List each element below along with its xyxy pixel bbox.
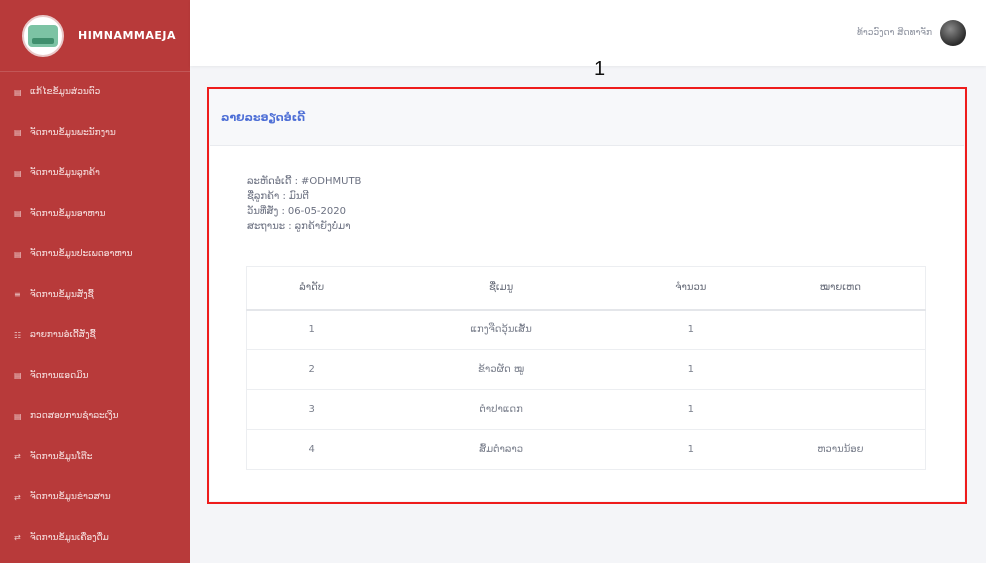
- col-header-quantity: ຈຳນວນ: [625, 266, 756, 311]
- sidebar-item-label: ກວດສອບການຊຳລະເງິນ: [30, 411, 119, 422]
- cell-note: [755, 389, 926, 430]
- sidebar-item-label: ລາຍການອໍເດີ້ສັ່ງຊື້: [30, 330, 96, 341]
- cell-note: ຫວານນ້ອຍ: [755, 429, 926, 470]
- list-icon: ☷: [14, 330, 22, 340]
- order-items-table: ລຳດັບ ຊື່ເມນູ ຈຳນວນ ໝາຍເຫດ 1 ແກງຈືດວຸ້ນເ…: [246, 266, 926, 470]
- sidebar-item-label: ຈັດການຂໍ້ມູນລູກຄ້າ: [30, 168, 100, 179]
- sidebar-item-label: ແກ້ໄຂຂໍ້ມູນສ່ວນຕົວ: [30, 87, 101, 98]
- sidebar-nav: ▤ ແກ້ໄຂຂໍ້ມູນສ່ວນຕົວ ▤ ຈັດການຂໍ້ມູນພະນັກງາ…: [0, 72, 190, 558]
- sidebar-item-payments[interactable]: ▤ ກວດສອບການຊຳລະເງິນ: [0, 396, 190, 437]
- sidebar-item-news[interactable]: ⇄ ຈັດການຂໍ້ມູນຂ່າວສານ: [0, 477, 190, 518]
- annotation-number: 1: [594, 58, 606, 80]
- sidebar-item-food-types[interactable]: ▤ ຈັດການຂໍ້ມູນປະເພດອາຫານ: [0, 234, 190, 275]
- status-row: ສະຖານະ : ລູກຄ້າຍັງບໍ່ມາ: [247, 219, 364, 234]
- sidebar-item-label: ຈັດການຂໍ້ມູນອາຫານ: [30, 208, 106, 219]
- cell-menu: ແກງຈືດວຸ້ນເສັ້ນ: [376, 309, 626, 350]
- cell-number: 1: [246, 309, 377, 350]
- sidebar-item-food[interactable]: ▤ ຈັດການຂໍ້ມູນອາຫານ: [0, 194, 190, 235]
- brand[interactable]: HIMNAMMAEJA: [0, 0, 190, 72]
- sidebar-item-label: ຈັດການຂໍ້ມູນປະເພດອາຫານ: [30, 249, 133, 260]
- user-name: ທ້າວວົງດາ ສິດທາຈັກ: [857, 28, 932, 38]
- sidebar-item-label: ຈັດການຂໍ້ມູນພະນັກງານ: [30, 127, 116, 138]
- order-code-value: #ODHMUTB: [301, 176, 362, 187]
- customer-label: ຊື່ລູກຄ້າ :: [247, 191, 286, 202]
- menu-icon: ▤: [14, 209, 22, 219]
- sidebar-item-label: ຈັດການຂໍ້ມູນຂ່າວສານ: [30, 492, 111, 503]
- cell-note: [755, 349, 926, 390]
- status-label: ສະຖານະ :: [247, 221, 292, 232]
- date-value: 06-05-2020: [287, 206, 346, 217]
- menu-icon: ≡: [14, 290, 21, 300]
- menu-icon: ▤: [14, 411, 22, 421]
- menu-icon: ▤: [14, 249, 22, 259]
- cell-number: 2: [246, 349, 377, 390]
- sidebar-item-employees[interactable]: ▤ ຈັດການຂໍ້ມູນພະນັກງານ: [0, 113, 190, 154]
- cell-quantity: 1: [625, 349, 756, 390]
- status-value: ລູກຄ້າຍັງບໍ່ມາ: [294, 221, 351, 232]
- table-row: 3 ຕຳປາແດກ 1: [246, 389, 926, 430]
- sidebar-item-customers[interactable]: ▤ ຈັດການຂໍ້ມູນລູກຄ້າ: [0, 153, 190, 194]
- sidebar-item-label: ຈັດການຂໍ້ມູນເຄື່ອງດື່ມ: [30, 532, 109, 543]
- table-row: 2 ຂ້າວຜັດ ໝູ 1: [246, 349, 926, 390]
- sidebar-item-orders[interactable]: ☷ ລາຍການອໍເດີ້ສັ່ງຊື້: [0, 315, 190, 356]
- avatar[interactable]: [940, 20, 966, 46]
- cell-menu: ຂ້າວຜັດ ໝູ: [376, 349, 626, 390]
- card-title: ລາຍລະອຽດອໍເດີ້: [221, 111, 306, 124]
- sidebar-item-edit-profile[interactable]: ▤ ແກ້ໄຂຂໍ້ມູນສ່ວນຕົວ: [0, 72, 190, 113]
- customer-row: ຊື່ລູກຄ້າ : ມົນຕີ: [247, 189, 364, 204]
- order-code-label: ລະຫັດອໍເດີ້ :: [247, 176, 299, 187]
- cell-menu: ສົ້ມຕຳລາວ: [376, 429, 626, 470]
- table-row: 1 ແກງຈືດວຸ້ນເສັ້ນ 1: [246, 309, 926, 350]
- date-label: ວັນທີ່ສັ່ງ :: [247, 206, 285, 217]
- cell-number: 4: [246, 429, 377, 470]
- menu-icon: ▤: [14, 87, 22, 97]
- order-detail-card: ລາຍລະອຽດອໍເດີ້ ລະຫັດອໍເດີ້ : #ODHMUTB ຊື່…: [210, 90, 964, 501]
- menu-icon: ▤: [14, 371, 22, 381]
- cell-quantity: 1: [625, 429, 756, 470]
- customer-value: ມົນຕີ: [288, 191, 309, 202]
- table-header-row: ລຳດັບ ຊື່ເມນູ ຈຳນວນ ໝາຍເຫດ: [246, 266, 926, 311]
- cell-note: [755, 309, 926, 350]
- cell-quantity: 1: [625, 389, 756, 430]
- date-row: ວັນທີ່ສັ່ງ :06-05-2020: [247, 204, 364, 219]
- col-header-menu: ຊື່ເມນູ: [376, 266, 626, 311]
- order-info: ລະຫັດອໍເດີ້ : #ODHMUTB ຊື່ລູກຄ້າ : ມົນຕີ ວ…: [247, 174, 364, 234]
- menu-icon: ▤: [14, 168, 22, 178]
- cell-number: 3: [246, 389, 377, 430]
- logo-icon: [22, 14, 64, 57]
- topbar: ທ້າວວົງດາ ສິດທາຈັກ: [190, 0, 986, 66]
- swap-icon: ⇄: [14, 533, 21, 543]
- cell-menu: ຕຳປາແດກ: [376, 389, 626, 430]
- cell-quantity: 1: [625, 309, 756, 350]
- swap-icon: ⇄: [14, 452, 21, 462]
- sidebar-item-drinks[interactable]: ⇄ ຈັດການຂໍ້ມູນເຄື່ອງດື່ມ: [0, 518, 190, 559]
- col-header-number: ລຳດັບ: [246, 266, 377, 311]
- col-header-note: ໝາຍເຫດ: [755, 266, 926, 311]
- sidebar-item-admin[interactable]: ▤ ຈັດການແອດມິນ: [0, 356, 190, 397]
- sidebar-item-label: ຈັດການຂໍ້ມູນໂຕ໊ະ: [30, 451, 93, 462]
- sidebar-item-label: ຈັດການແອດມິນ: [30, 370, 89, 381]
- sidebar-item-purchases[interactable]: ≡ ຈັດການຂໍ້ມູນສັ່ງຊື້: [0, 275, 190, 316]
- table-row: 4 ສົ້ມຕຳລາວ 1 ຫວານນ້ອຍ: [246, 429, 926, 470]
- card-header: ລາຍລະອຽດອໍເດີ້: [210, 90, 964, 146]
- brand-name: HIMNAMMAEJA: [78, 29, 176, 42]
- sidebar-item-tables[interactable]: ⇄ ຈັດການຂໍ້ມູນໂຕ໊ະ: [0, 437, 190, 478]
- user-menu[interactable]: ທ້າວວົງດາ ສິດທາຈັກ: [857, 20, 966, 46]
- order-code-row: ລະຫັດອໍເດີ້ : #ODHMUTB: [247, 174, 364, 189]
- swap-icon: ⇄: [14, 492, 21, 502]
- sidebar-item-label: ຈັດການຂໍ້ມູນສັ່ງຊື້: [30, 289, 94, 300]
- sidebar: HIMNAMMAEJA ▤ ແກ້ໄຂຂໍ້ມູນສ່ວນຕົວ ▤ ຈັດການຂ…: [0, 0, 190, 563]
- menu-icon: ▤: [14, 128, 22, 138]
